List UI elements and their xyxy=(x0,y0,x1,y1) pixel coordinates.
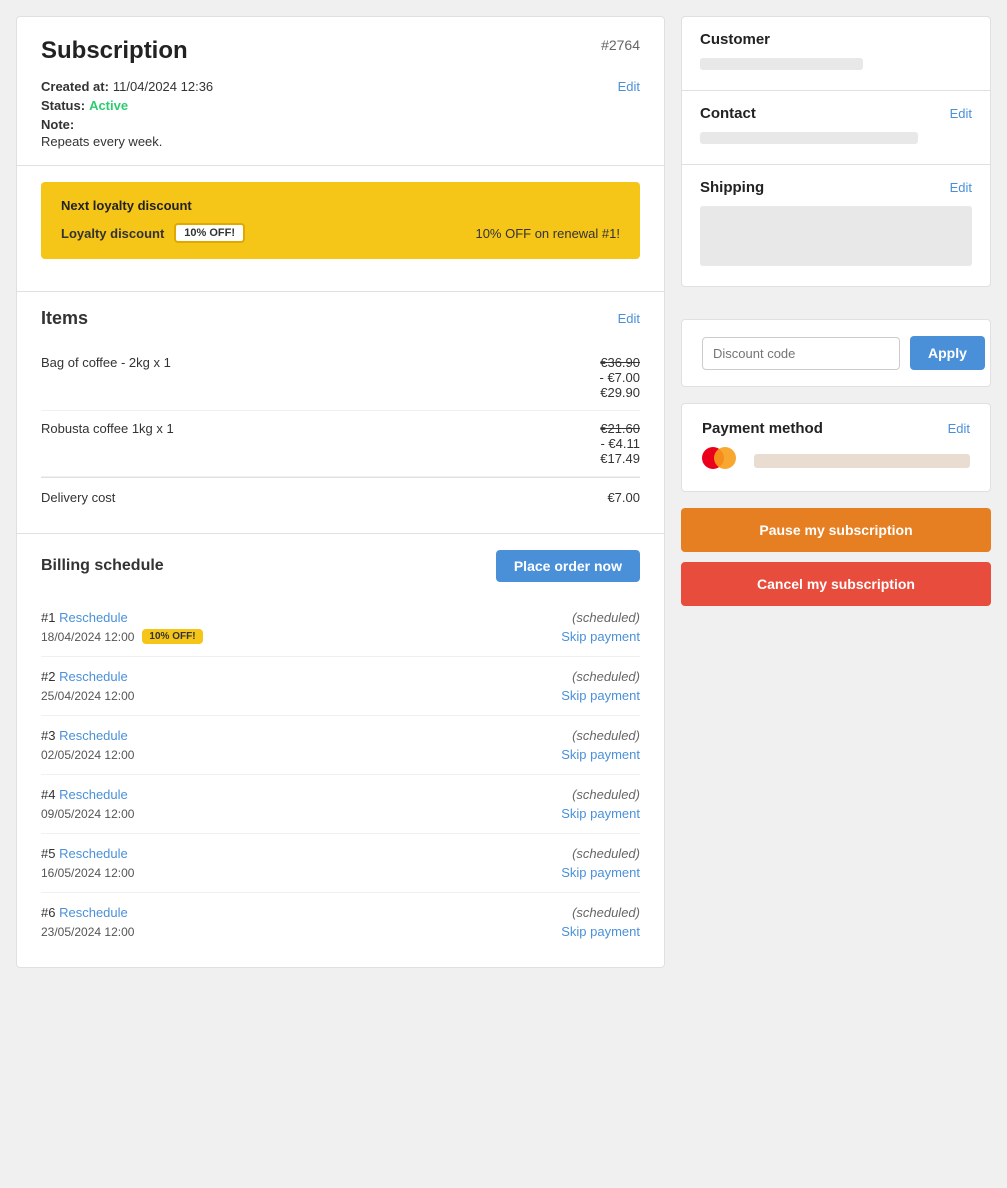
discount-input[interactable] xyxy=(702,337,900,370)
items-section: Items Edit Bag of coffee - 2kg x 1 €36.9… xyxy=(17,291,664,533)
item-final-1: €29.90 xyxy=(600,385,640,400)
items-edit-link[interactable]: Edit xyxy=(618,311,640,326)
schedule-status-2: (scheduled) xyxy=(572,669,640,684)
status-label: Status: xyxy=(41,98,85,113)
reschedule-link-1[interactable]: Reschedule xyxy=(59,610,128,625)
payment-section: Payment method Edit xyxy=(681,403,991,492)
contact-edit-link[interactable]: Edit xyxy=(950,106,972,121)
billing-title: Billing schedule xyxy=(41,557,164,575)
list-item: #1 Reschedule (scheduled) 18/04/2024 12:… xyxy=(41,598,640,657)
schedule-status-5: (scheduled) xyxy=(572,846,640,861)
schedule-status-3: (scheduled) xyxy=(572,728,640,743)
customer-title: Customer xyxy=(700,31,770,48)
subscription-edit-link[interactable]: Edit xyxy=(618,79,640,94)
item-name-1: Bag of coffee - 2kg x 1 xyxy=(41,355,171,370)
loyalty-next-label: Next loyalty discount xyxy=(61,198,620,213)
contact-section: Contact Edit xyxy=(682,91,990,165)
schedule-date-5: 16/05/2024 12:00 xyxy=(41,866,134,880)
status-value: Active xyxy=(89,98,128,113)
item-name-2: Robusta coffee 1kg x 1 xyxy=(41,421,174,436)
list-item: #5 Reschedule (scheduled) 16/05/2024 12:… xyxy=(41,834,640,893)
customer-section: Customer xyxy=(682,17,990,91)
list-item: #6 Reschedule (scheduled) 23/05/2024 12:… xyxy=(41,893,640,951)
loyalty-banner: Next loyalty discount Loyalty discount 1… xyxy=(41,182,640,259)
action-buttons: Pause my subscription Cancel my subscrip… xyxy=(681,508,991,606)
loyalty-badge: 10% OFF! xyxy=(174,223,245,243)
skip-payment-4[interactable]: Skip payment xyxy=(561,806,640,821)
list-item: #3 Reschedule (scheduled) 02/05/2024 12:… xyxy=(41,716,640,775)
list-item: #4 Reschedule (scheduled) 09/05/2024 12:… xyxy=(41,775,640,834)
loyalty-discount-label: Loyalty discount xyxy=(61,226,164,241)
shipping-placeholder xyxy=(700,206,972,266)
subscription-title: Subscription xyxy=(41,37,188,65)
schedule-status-6: (scheduled) xyxy=(572,905,640,920)
schedule-date-3: 02/05/2024 12:00 xyxy=(41,748,134,762)
reschedule-link-3[interactable]: Reschedule xyxy=(59,728,128,743)
schedule-num-4: #4 Reschedule xyxy=(41,787,128,802)
schedule-badge-1: 10% OFF! xyxy=(142,629,202,644)
shipping-title: Shipping xyxy=(700,179,764,196)
shipping-edit-link[interactable]: Edit xyxy=(950,180,972,195)
repeats-value: Repeats every week. xyxy=(41,134,162,149)
delivery-value: €7.00 xyxy=(607,490,640,505)
item-discount-2: - €4.11 xyxy=(600,436,640,451)
skip-payment-2[interactable]: Skip payment xyxy=(561,688,640,703)
created-value: 11/04/2024 12:36 xyxy=(113,79,213,94)
contact-title: Contact xyxy=(700,105,756,122)
schedule-num-6: #6 Reschedule xyxy=(41,905,128,920)
shipping-section: Shipping Edit xyxy=(682,165,990,286)
schedule-num-3: #3 Reschedule xyxy=(41,728,128,743)
reschedule-link-2[interactable]: Reschedule xyxy=(59,669,128,684)
schedule-status-4: (scheduled) xyxy=(572,787,640,802)
subscription-id: #2764 xyxy=(601,37,640,53)
schedule-status-1: (scheduled) xyxy=(572,610,640,625)
apply-button[interactable]: Apply xyxy=(910,336,985,370)
billing-section: Billing schedule Place order now #1 Resc… xyxy=(17,533,664,967)
reschedule-link-5[interactable]: Reschedule xyxy=(59,846,128,861)
schedule-date-2: 25/04/2024 12:00 xyxy=(41,689,134,703)
item-final-2: €17.49 xyxy=(600,451,640,466)
schedule-date-1: 18/04/2024 12:00 xyxy=(41,630,134,644)
pause-subscription-button[interactable]: Pause my subscription xyxy=(681,508,991,552)
skip-payment-1[interactable]: Skip payment xyxy=(561,629,640,644)
payment-edit-link[interactable]: Edit xyxy=(948,421,970,436)
schedule-num-2: #2 Reschedule xyxy=(41,669,128,684)
contact-placeholder xyxy=(700,132,918,144)
skip-payment-6[interactable]: Skip payment xyxy=(561,924,640,939)
schedule-num-1: #1 Reschedule xyxy=(41,610,128,625)
discount-section: Apply xyxy=(681,319,991,387)
delivery-row: Delivery cost €7.00 xyxy=(41,477,640,517)
list-item: #2 Reschedule (scheduled) 25/04/2024 12:… xyxy=(41,657,640,716)
cancel-subscription-button[interactable]: Cancel my subscription xyxy=(681,562,991,606)
schedule-date-4: 09/05/2024 12:00 xyxy=(41,807,134,821)
skip-payment-5[interactable]: Skip payment xyxy=(561,865,640,880)
payment-title: Payment method xyxy=(702,420,823,437)
table-row: Robusta coffee 1kg x 1 €21.60 - €4.11 €1… xyxy=(41,411,640,477)
card-number-placeholder xyxy=(754,454,970,468)
item-original-1: €36.90 xyxy=(600,355,640,370)
schedule-date-6: 23/05/2024 12:00 xyxy=(41,925,134,939)
item-discount-1: - €7.00 xyxy=(600,370,640,385)
reschedule-link-4[interactable]: Reschedule xyxy=(59,787,128,802)
mastercard-icon xyxy=(702,447,742,475)
schedule-num-5: #5 Reschedule xyxy=(41,846,128,861)
skip-payment-3[interactable]: Skip payment xyxy=(561,747,640,762)
place-order-button[interactable]: Place order now xyxy=(496,550,640,582)
item-original-2: €21.60 xyxy=(600,421,640,436)
items-title: Items xyxy=(41,308,88,329)
customer-placeholder xyxy=(700,58,863,70)
table-row: Bag of coffee - 2kg x 1 €36.90 - €7.00 €… xyxy=(41,345,640,411)
loyalty-description: 10% OFF on renewal #1! xyxy=(475,226,620,241)
created-label: Created at: xyxy=(41,79,109,94)
reschedule-link-6[interactable]: Reschedule xyxy=(59,905,128,920)
delivery-label: Delivery cost xyxy=(41,490,115,505)
note-label: Note: xyxy=(41,117,74,132)
